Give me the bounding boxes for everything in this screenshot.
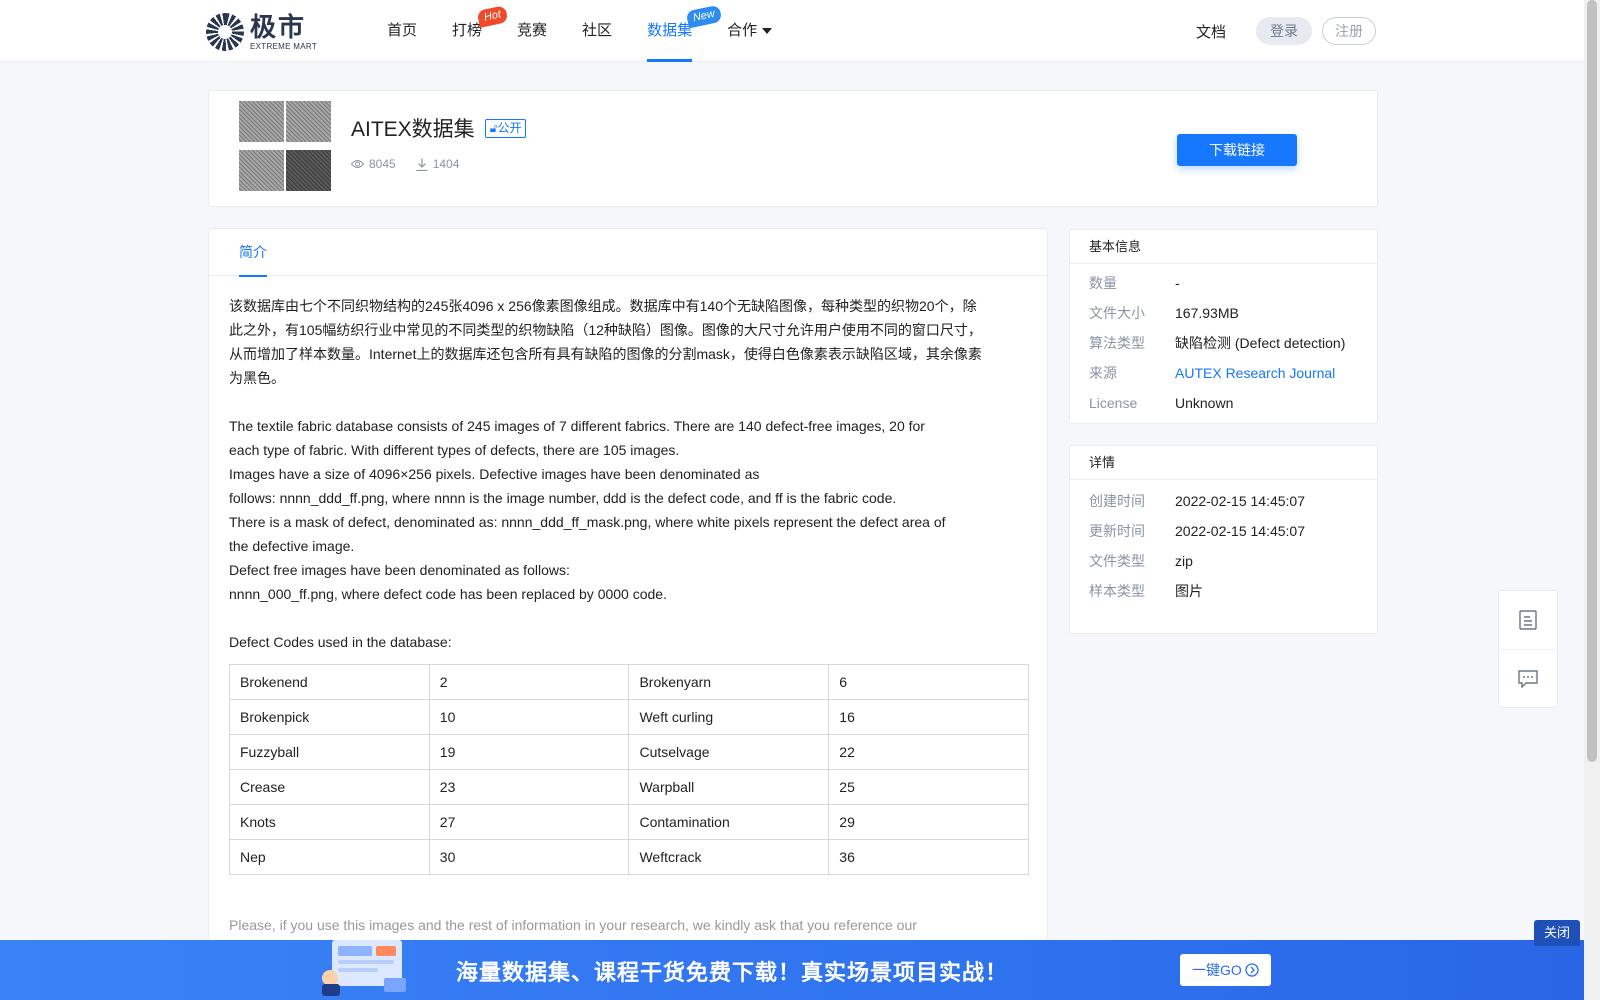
download-icon — [416, 158, 428, 171]
promo-banner: 海量数据集、课程干货免费下载！真实场景项目实战！ 一键GO 关闭 — [0, 920, 1584, 1000]
logo-name-en: EXTREME MART — [250, 41, 318, 51]
arrow-circle-icon — [1245, 963, 1259, 977]
caret-down-icon — [762, 28, 773, 35]
scrollbar-thumb[interactable] — [1587, 0, 1597, 762]
detail-row-sample-type: 样本类型 图片 — [1089, 583, 1203, 599]
details-card: 详情 创建时间 2022-02-15 14:45:07 更新时间 2022-02-1… — [1069, 445, 1378, 634]
defect-codes-heading: Defect Codes used in the database: — [229, 634, 452, 650]
floating-toolbar — [1498, 590, 1558, 708]
description-panel: 简介 该数据库由七个不同织物结构的245张4096 x 256像素图像组成。数据… — [208, 228, 1048, 1000]
eye-icon — [351, 160, 364, 168]
logo-mark-icon — [206, 13, 244, 51]
site-logo[interactable]: 极市 EXTREME MART — [206, 13, 317, 51]
english-description: The textile fabric database consists of … — [229, 418, 946, 602]
logo-name-cn: 极市 — [250, 11, 307, 42]
close-banner-button[interactable]: 关闭 — [1534, 920, 1581, 946]
table-row: Crease 23 Warpball 25 — [229, 769, 1029, 805]
details-heading: 详情 — [1070, 446, 1377, 480]
info-row-quantity: 数量 - — [1089, 275, 1180, 291]
new-badge: New — [685, 4, 723, 29]
login-button[interactable]: 登录 — [1256, 17, 1313, 45]
source-link[interactable]: AUTEX Research Journal — [1175, 365, 1335, 381]
go-button[interactable]: 一键GO — [1180, 954, 1271, 986]
public-tag: 🔓︎公开 — [484, 118, 527, 138]
dataset-thumbnail[interactable] — [239, 101, 331, 197]
nav-competition[interactable]: 竞赛 — [517, 0, 547, 62]
feedback-button[interactable] — [1499, 649, 1557, 707]
table-row: Knots 27 Contamination 29 — [229, 804, 1029, 840]
table-row: Nep 30 Weftcrack 36 — [229, 839, 1029, 875]
sample-image — [239, 150, 284, 197]
tab-introduction[interactable]: 简介 — [239, 229, 267, 277]
register-button[interactable]: 注册 — [1322, 17, 1377, 45]
nav-home[interactable]: 首页 — [387, 0, 417, 62]
description-body: 该数据库由七个不同织物结构的245张4096 x 256像素图像组成。数据库中有… — [209, 276, 1047, 937]
nav-cooperation[interactable]: 合作 — [727, 0, 773, 62]
nav-community[interactable]: 社区 — [582, 0, 612, 62]
document-icon — [1519, 610, 1537, 630]
basic-info-heading: 基本信息 — [1070, 230, 1377, 264]
download-link-button[interactable]: 下载链接 — [1177, 134, 1297, 166]
chat-icon — [1518, 669, 1538, 688]
dataset-summary-card: AITEX数据集 🔓︎公开 8045 1404 下载链接 — [208, 90, 1378, 207]
top-navigation-bar: 极市 EXTREME MART 首页 打榜 Hot 竞赛 社区 数据集 New 合作… — [0, 0, 1584, 62]
sample-image — [286, 150, 331, 197]
nav-leaderboard[interactable]: 打榜 Hot — [452, 0, 509, 62]
info-row-license: License Unknown — [1089, 395, 1234, 411]
sample-image — [286, 101, 331, 148]
defect-codes-table: Brokenend 2 Brokenyarn 6 Brokenpick 10 Weft c… — [229, 664, 1029, 875]
table-row: Brokenpick 10 Weft curling 16 — [229, 699, 1029, 735]
info-row-algorithm-type: 算法类型 缺陷检测 (Defect detection) — [1089, 335, 1346, 351]
basic-info-card: 基本信息 数量 - 文件大小 167.93MB 算法类型 缺陷检测 (Defect d… — [1069, 229, 1378, 424]
sample-image — [239, 101, 284, 148]
detail-row-updated: 更新时间 2022-02-15 14:45:07 — [1089, 523, 1305, 539]
download-count: 1404 — [416, 157, 459, 171]
docs-link[interactable]: 文档 — [1196, 21, 1226, 42]
nav-datasets[interactable]: 数据集 New — [647, 0, 723, 62]
hot-badge: Hot — [476, 5, 509, 28]
view-count: 8045 — [351, 157, 396, 171]
table-row: Brokenend 2 Brokenyarn 6 — [229, 664, 1029, 700]
promo-illustration — [322, 940, 406, 996]
detail-row-created: 创建时间 2022-02-15 14:45:07 — [1089, 493, 1305, 509]
promo-text: 海量数据集、课程干货免费下载！真实场景项目实战！ — [456, 960, 1009, 985]
chinese-description: 该数据库由七个不同织物结构的245张4096 x 256像素图像组成。数据库中有… — [229, 298, 982, 386]
table-row: Fuzzyball 19 Cutselvage 22 — [229, 734, 1029, 770]
info-row-file-size: 文件大小 167.93MB — [1089, 305, 1239, 321]
tab-bar: 简介 — [209, 229, 1047, 277]
info-row-source: 来源 AUTEX Research Journal — [1089, 365, 1336, 381]
dataset-title: AITEX数据集 — [351, 118, 475, 141]
detail-row-file-type: 文件类型 zip — [1089, 553, 1193, 569]
document-button[interactable] — [1499, 591, 1557, 649]
main-nav: 首页 打榜 Hot 竞赛 社区 数据集 New 合作 — [387, 0, 807, 62]
